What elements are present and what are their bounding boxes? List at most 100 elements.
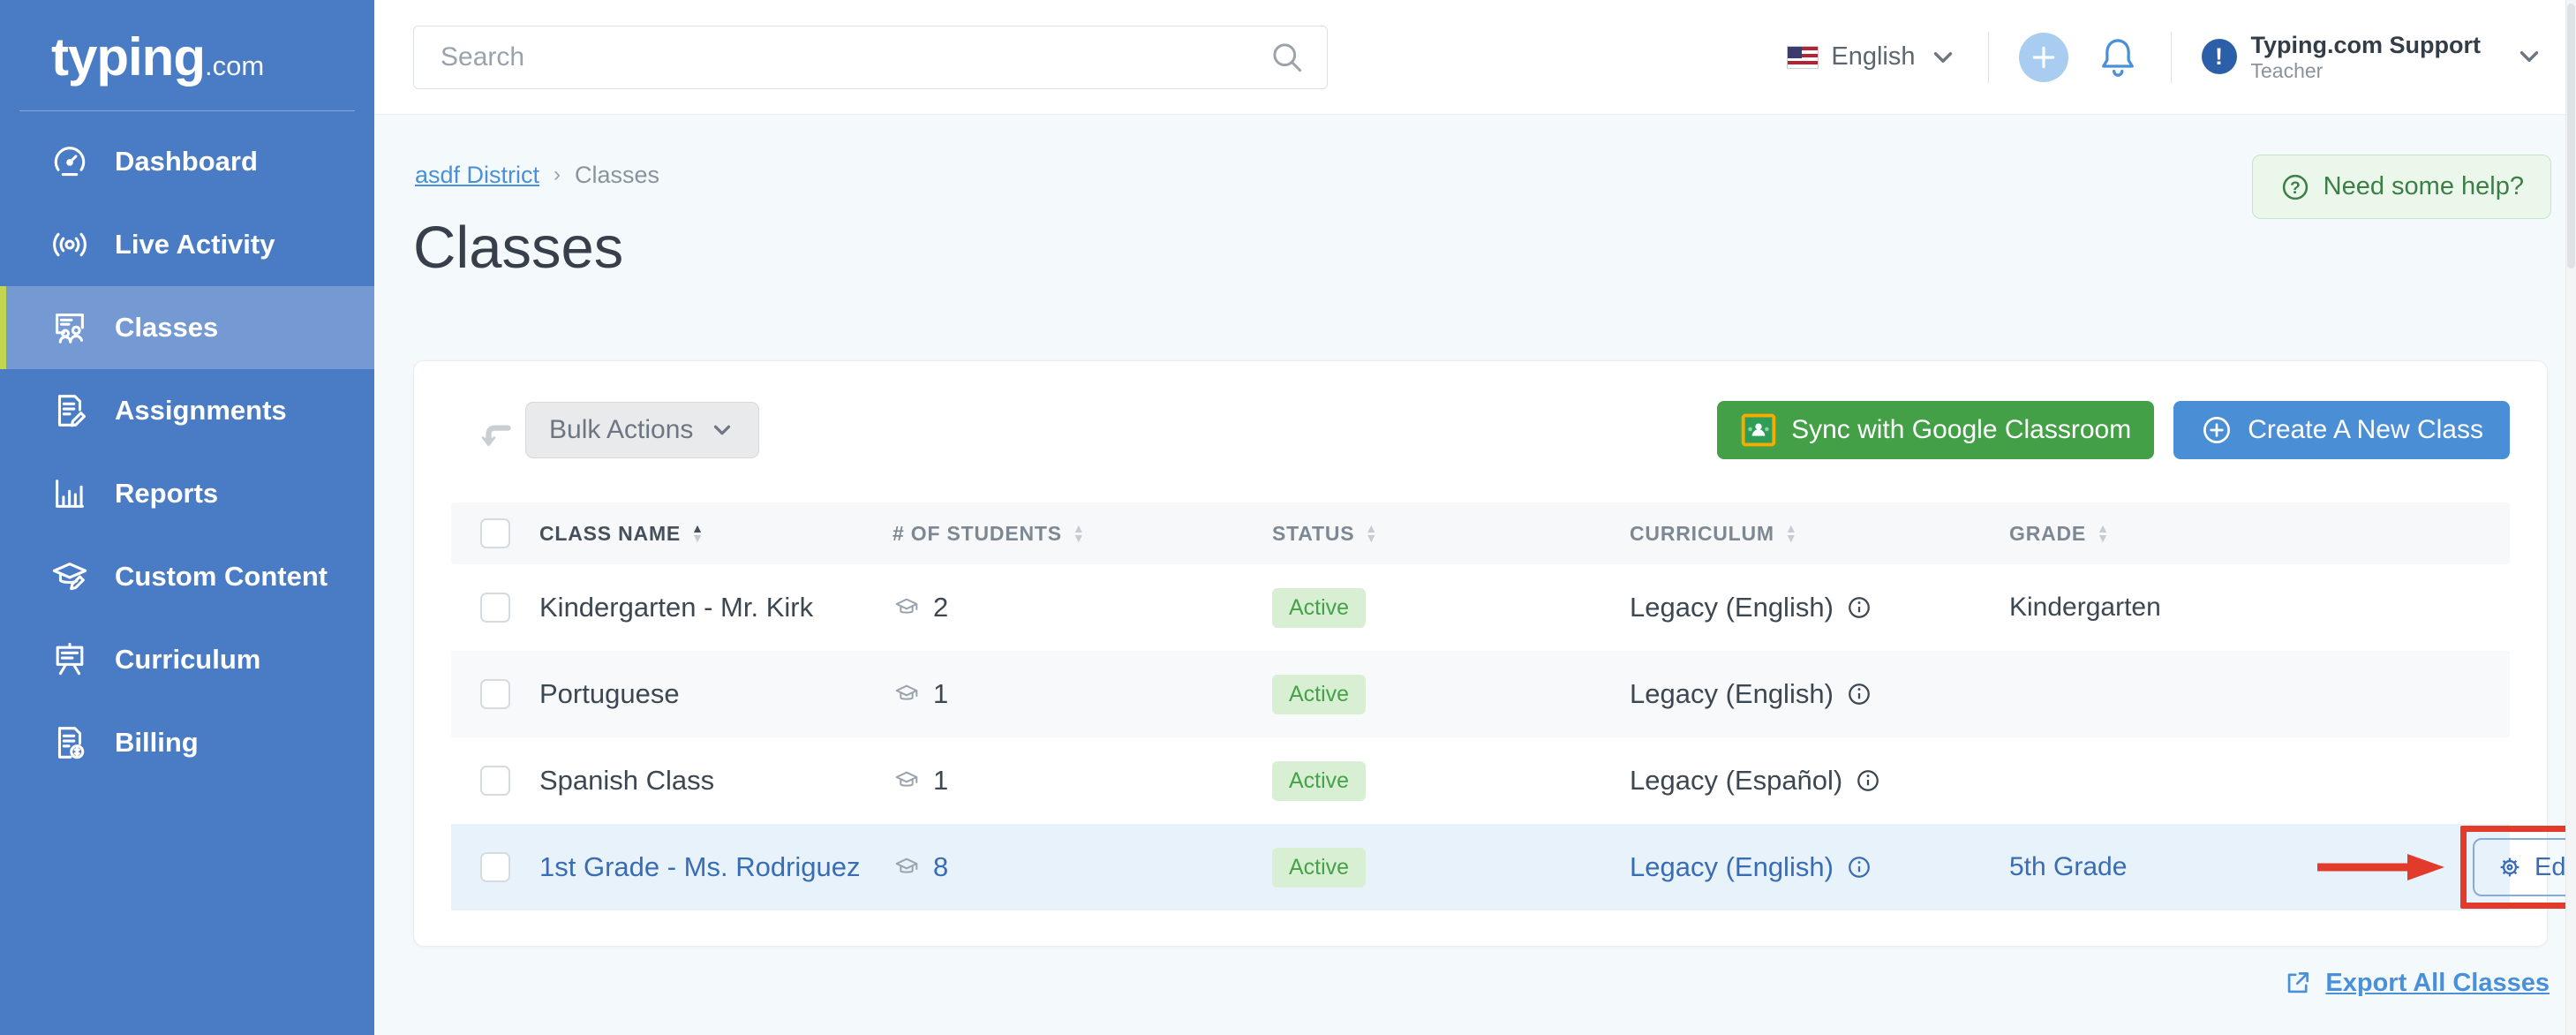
breadcrumb-separator: ›: [554, 162, 561, 187]
sync-google-classroom-button[interactable]: Sync with Google Classroom: [1717, 401, 2154, 459]
create-class-label: Create A New Class: [2248, 415, 2483, 445]
search-icon[interactable]: [1268, 38, 1307, 77]
breadcrumb-current: Classes: [575, 162, 659, 189]
students-cell: 2: [893, 592, 1272, 623]
row-checkbox[interactable]: [480, 593, 510, 623]
sync-label: Sync with Google Classroom: [1791, 415, 2131, 445]
column-header-of-students[interactable]: # OF STUDENTS▲▼: [893, 522, 1272, 546]
custom-content-icon: [49, 556, 90, 597]
bulk-actions-label: Bulk Actions: [549, 415, 693, 445]
topbar: English ! Typing.com Support Teacher: [374, 0, 2576, 115]
row-checkbox[interactable]: [480, 679, 510, 709]
language-label: English: [1831, 42, 1915, 72]
info-icon[interactable]: [1846, 854, 1872, 880]
external-link-icon: [2283, 968, 2313, 998]
export-label: Export All Classes: [2325, 969, 2550, 998]
sidebar-item-classes[interactable]: Classes: [0, 286, 374, 369]
user-menu[interactable]: ! Typing.com Support Teacher: [2202, 32, 2544, 82]
sidebar-item-live-activity[interactable]: Live Activity: [0, 203, 374, 286]
column-header-status[interactable]: STATUS▲▼: [1272, 522, 1630, 546]
classes-icon: [49, 307, 90, 348]
assignments-icon: [49, 390, 90, 431]
column-header-curriculum[interactable]: CURRICULUM▲▼: [1630, 522, 2009, 546]
google-classroom-icon: [1740, 412, 1777, 449]
class-table-body: Kindergarten - Mr. Kirk 2 Active Legacy …: [451, 564, 2510, 910]
sidebar-item-assignments[interactable]: Assignments: [0, 369, 374, 452]
sidebar-item-label: Reports: [115, 478, 218, 510]
sidebar-item-reports[interactable]: Reports: [0, 452, 374, 535]
sidebar-item-label: Live Activity: [115, 229, 275, 261]
chevron-down-icon: [1928, 42, 1958, 72]
students-cell: 1: [893, 765, 1272, 797]
annotation-arrow: [2314, 848, 2446, 887]
status-badge: Active: [1272, 761, 1366, 801]
graduation-cap-icon: [893, 593, 921, 622]
topbar-divider: [2171, 32, 2172, 83]
search-input[interactable]: [413, 26, 1328, 89]
sidebar-item-label: Assignments: [115, 395, 287, 427]
sidebar-item-billing[interactable]: Billing: [0, 701, 374, 784]
table-header-row: CLASS NAME▲▼# OF STUDENTS▲▼STATUS▲▼CURRI…: [451, 502, 2510, 564]
billing-icon: [49, 722, 90, 763]
column-header-class-name[interactable]: CLASS NAME▲▼: [539, 522, 893, 546]
table-row[interactable]: Kindergarten - Mr. Kirk 2 Active Legacy …: [451, 564, 2510, 651]
typing-logo[interactable]: typing.com: [0, 0, 374, 87]
export-all-classes-link[interactable]: Export All Classes: [2283, 968, 2550, 998]
sidebar-item-label: Custom Content: [115, 561, 328, 593]
reports-icon: [49, 473, 90, 514]
add-button[interactable]: [2019, 33, 2068, 82]
graduation-cap-icon: [893, 853, 921, 881]
scrollbar-thumb[interactable]: [2567, 4, 2575, 268]
breadcrumb-district-link[interactable]: asdf District: [415, 162, 539, 189]
grade-cell: 5th Grade: [2009, 852, 2314, 882]
class-name-link[interactable]: Kindergarten - Mr. Kirk: [539, 592, 893, 623]
bulk-actions-button[interactable]: Bulk Actions: [525, 402, 759, 458]
user-name: Typing.com Support: [2251, 32, 2481, 59]
avatar: !: [2202, 39, 2237, 74]
curriculum-cell: Legacy (English): [1630, 851, 2009, 883]
sort-arrows-icon: ▲▼: [2097, 524, 2110, 543]
user-role: Teacher: [2251, 59, 2481, 82]
column-header-grade[interactable]: GRADE▲▼: [2009, 522, 2314, 546]
sidebar-nav: Dashboard Live Activity Classes Assignments…: [0, 120, 374, 784]
sort-arrows-icon: ▲▼: [1073, 524, 1086, 543]
info-icon[interactable]: [1846, 594, 1872, 621]
create-class-button[interactable]: Create A New Class: [2173, 401, 2510, 459]
curriculum-icon: [49, 639, 90, 680]
table-row[interactable]: 1st Grade - Ms. Rodriguez 8 Active Legac…: [451, 824, 2510, 910]
sidebar-item-custom-content[interactable]: Custom Content: [0, 535, 374, 618]
class-name-link[interactable]: 1st Grade - Ms. Rodriguez: [539, 851, 893, 883]
sort-arrows-icon: ▲▼: [691, 524, 704, 543]
help-button[interactable]: ? Need some help?: [2252, 155, 2551, 219]
class-name-link[interactable]: Portuguese: [539, 678, 893, 710]
table-row[interactable]: Spanish Class 1 Active Legacy (Español) …: [451, 737, 2510, 824]
curriculum-cell: Legacy (English): [1630, 678, 2009, 710]
question-circle-icon: ?: [2279, 171, 2311, 203]
info-icon[interactable]: [1855, 767, 1881, 794]
sidebar-item-curriculum[interactable]: Curriculum: [0, 618, 374, 701]
scrollbar[interactable]: [2565, 0, 2576, 1035]
sidebar-item-label: Classes: [115, 312, 218, 344]
row-checkbox[interactable]: [480, 766, 510, 796]
sidebar-item-dashboard[interactable]: Dashboard: [0, 120, 374, 203]
sort-arrows-icon: ▲▼: [1365, 524, 1378, 543]
info-icon[interactable]: [1846, 681, 1872, 707]
select-all-checkbox[interactable]: [480, 518, 510, 548]
status-badge: Active: [1272, 848, 1366, 888]
language-selector[interactable]: English: [1787, 42, 1957, 72]
graduation-cap-icon: [893, 680, 921, 708]
notifications-button[interactable]: [2095, 34, 2141, 80]
sidebar: typing.com Dashboard Live Activity Classes…: [0, 0, 374, 1035]
edit-class-button[interactable]: Edit: [2473, 838, 2576, 896]
table-row[interactable]: Portuguese 1 Active Legacy (English) Edi…: [451, 651, 2510, 737]
classes-card: Bulk Actions Sync with Google Classroom …: [413, 360, 2548, 947]
bulk-apply-arrow-icon: [474, 414, 513, 453]
chevron-down-icon: [709, 417, 735, 443]
class-name-link[interactable]: Spanish Class: [539, 765, 893, 797]
dashboard-icon: [49, 141, 90, 182]
status-badge: Active: [1272, 588, 1366, 628]
topbar-right: English ! Typing.com Support Teacher: [1787, 32, 2544, 83]
row-checkbox[interactable]: [480, 852, 510, 882]
logo-text: typing: [51, 27, 205, 87]
search-box: [413, 26, 1328, 89]
